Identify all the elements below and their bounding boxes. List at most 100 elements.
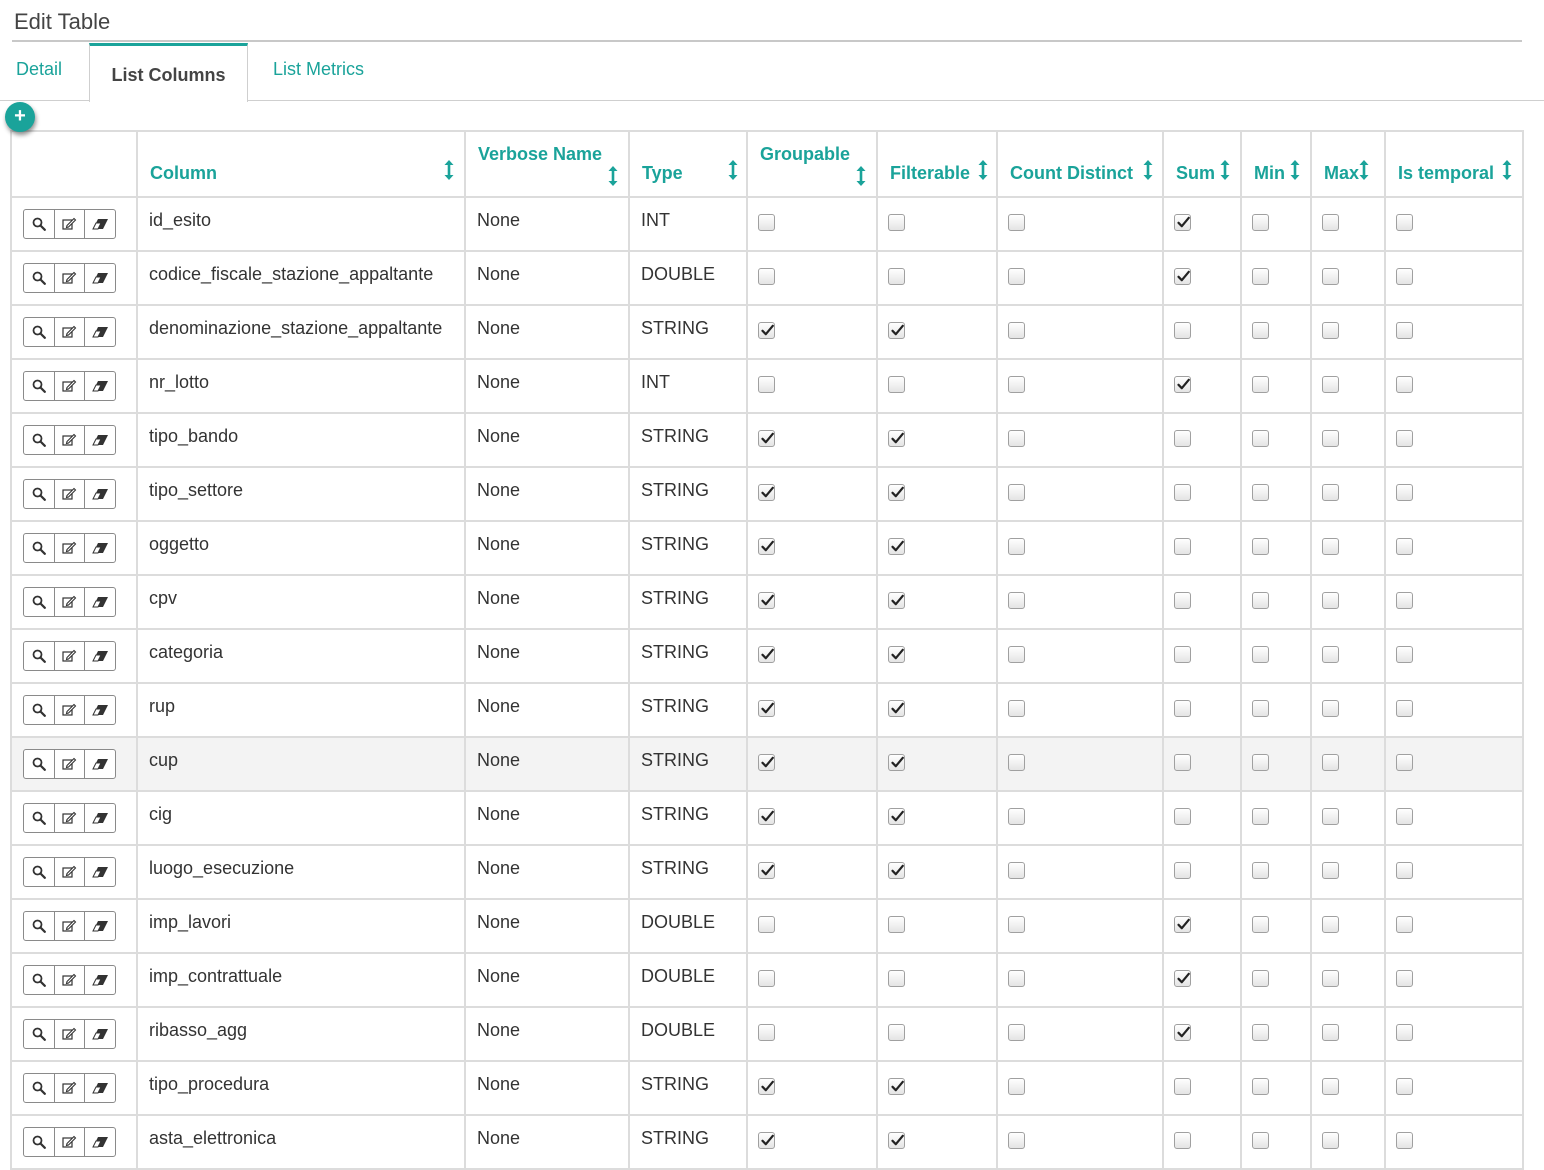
edit-button[interactable] (55, 858, 86, 886)
count-distinct-checkbox[interactable] (1008, 376, 1025, 393)
is-temporal-checkbox[interactable] (1396, 1024, 1413, 1041)
is-temporal-checkbox[interactable] (1396, 700, 1413, 717)
filterable-checkbox[interactable] (888, 646, 905, 663)
min-checkbox[interactable] (1252, 970, 1269, 987)
add-column-button[interactable]: + (5, 102, 35, 132)
max-checkbox[interactable] (1322, 754, 1339, 771)
show-button[interactable] (24, 210, 55, 238)
max-checkbox[interactable] (1322, 484, 1339, 501)
delete-button[interactable] (85, 264, 115, 292)
is-temporal-checkbox[interactable] (1396, 808, 1413, 825)
filterable-checkbox[interactable] (888, 376, 905, 393)
edit-button[interactable] (55, 1128, 86, 1156)
sort-icon[interactable] (1290, 160, 1300, 180)
edit-button[interactable] (55, 372, 86, 400)
show-button[interactable] (24, 858, 55, 886)
min-checkbox[interactable] (1252, 862, 1269, 879)
show-button[interactable] (24, 318, 55, 346)
show-button[interactable] (24, 426, 55, 454)
is-temporal-checkbox[interactable] (1396, 916, 1413, 933)
is-temporal-checkbox[interactable] (1396, 646, 1413, 663)
groupable-checkbox[interactable] (758, 916, 775, 933)
edit-button[interactable] (55, 588, 86, 616)
is-temporal-checkbox[interactable] (1396, 430, 1413, 447)
groupable-checkbox[interactable] (758, 592, 775, 609)
sum-checkbox[interactable] (1174, 1132, 1191, 1149)
edit-button[interactable] (55, 210, 86, 238)
max-checkbox[interactable] (1322, 646, 1339, 663)
count-distinct-checkbox[interactable] (1008, 1024, 1025, 1041)
header-type[interactable]: Type (628, 130, 748, 198)
is-temporal-checkbox[interactable] (1396, 754, 1413, 771)
min-checkbox[interactable] (1252, 592, 1269, 609)
max-checkbox[interactable] (1322, 1132, 1339, 1149)
header-column[interactable]: Column (136, 130, 466, 198)
is-temporal-checkbox[interactable] (1396, 376, 1413, 393)
count-distinct-checkbox[interactable] (1008, 646, 1025, 663)
count-distinct-checkbox[interactable] (1008, 970, 1025, 987)
show-button[interactable] (24, 804, 55, 832)
count-distinct-checkbox[interactable] (1008, 1078, 1025, 1095)
is-temporal-checkbox[interactable] (1396, 862, 1413, 879)
sum-checkbox[interactable] (1174, 646, 1191, 663)
is-temporal-checkbox[interactable] (1396, 538, 1413, 555)
sum-checkbox[interactable] (1174, 592, 1191, 609)
show-button[interactable] (24, 372, 55, 400)
edit-button[interactable] (55, 534, 86, 562)
min-checkbox[interactable] (1252, 808, 1269, 825)
groupable-checkbox[interactable] (758, 214, 775, 231)
delete-button[interactable] (85, 426, 115, 454)
min-checkbox[interactable] (1252, 268, 1269, 285)
sum-checkbox[interactable] (1174, 700, 1191, 717)
show-button[interactable] (24, 642, 55, 670)
min-checkbox[interactable] (1252, 322, 1269, 339)
max-checkbox[interactable] (1322, 1078, 1339, 1095)
sum-checkbox[interactable] (1174, 754, 1191, 771)
min-checkbox[interactable] (1252, 646, 1269, 663)
min-checkbox[interactable] (1252, 484, 1269, 501)
show-button[interactable] (24, 966, 55, 994)
sum-checkbox[interactable] (1174, 1024, 1191, 1041)
min-checkbox[interactable] (1252, 754, 1269, 771)
filterable-checkbox[interactable] (888, 484, 905, 501)
groupable-checkbox[interactable] (758, 970, 775, 987)
edit-button[interactable] (55, 642, 86, 670)
header-is-temporal[interactable]: Is temporal (1384, 130, 1524, 198)
groupable-checkbox[interactable] (758, 430, 775, 447)
max-checkbox[interactable] (1322, 430, 1339, 447)
sum-checkbox[interactable] (1174, 268, 1191, 285)
min-checkbox[interactable] (1252, 376, 1269, 393)
sum-checkbox[interactable] (1174, 916, 1191, 933)
sum-checkbox[interactable] (1174, 430, 1191, 447)
min-checkbox[interactable] (1252, 538, 1269, 555)
delete-button[interactable] (85, 480, 115, 508)
delete-button[interactable] (85, 210, 115, 238)
filterable-checkbox[interactable] (888, 268, 905, 285)
groupable-checkbox[interactable] (758, 322, 775, 339)
count-distinct-checkbox[interactable] (1008, 862, 1025, 879)
groupable-checkbox[interactable] (758, 808, 775, 825)
header-sum[interactable]: Sum (1162, 130, 1242, 198)
filterable-checkbox[interactable] (888, 754, 905, 771)
edit-button[interactable] (55, 264, 86, 292)
edit-button[interactable] (55, 750, 86, 778)
count-distinct-checkbox[interactable] (1008, 1132, 1025, 1149)
groupable-checkbox[interactable] (758, 754, 775, 771)
min-checkbox[interactable] (1252, 916, 1269, 933)
filterable-checkbox[interactable] (888, 700, 905, 717)
sum-checkbox[interactable] (1174, 808, 1191, 825)
filterable-checkbox[interactable] (888, 1024, 905, 1041)
header-filterable[interactable]: Filterable (876, 130, 998, 198)
delete-button[interactable] (85, 534, 115, 562)
sort-icon[interactable] (856, 166, 866, 186)
groupable-checkbox[interactable] (758, 1078, 775, 1095)
sort-icon[interactable] (608, 166, 618, 186)
delete-button[interactable] (85, 1074, 115, 1102)
is-temporal-checkbox[interactable] (1396, 592, 1413, 609)
edit-button[interactable] (55, 912, 86, 940)
max-checkbox[interactable] (1322, 268, 1339, 285)
min-checkbox[interactable] (1252, 700, 1269, 717)
filterable-checkbox[interactable] (888, 214, 905, 231)
max-checkbox[interactable] (1322, 862, 1339, 879)
delete-button[interactable] (85, 696, 115, 724)
